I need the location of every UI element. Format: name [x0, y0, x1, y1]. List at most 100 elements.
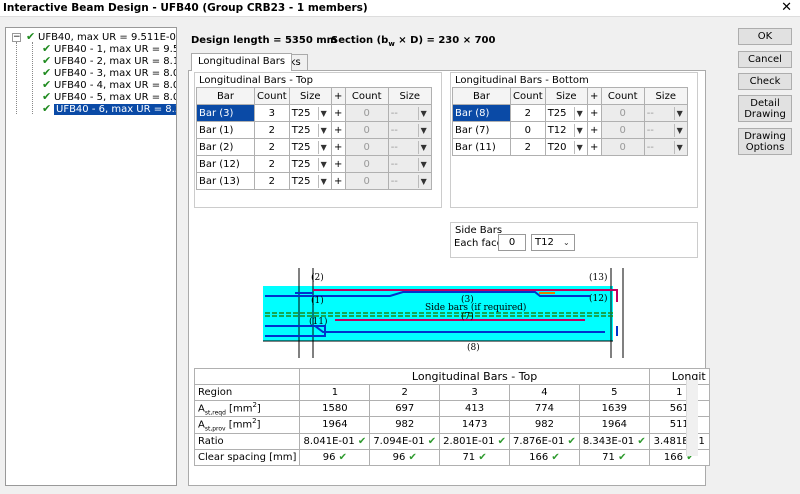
col-bar: Bar [452, 87, 511, 105]
check-icon: ✔ [408, 451, 417, 463]
bar-size2-select: -- ▼ [387, 104, 432, 122]
member-tree[interactable]: − ✔ UFB40, max UR = 9.511E-01 ✔ UFB40 - 1,… [5, 27, 177, 486]
table-row: Ratio 8.041E-01 ✔ 7.094E-01 ✔ 2.801E-01 … [193, 432, 710, 450]
bar-size-select[interactable]: T20 ▼ [544, 138, 588, 156]
results-table: Longitudinal Bars - Top Longit Region 1 … [193, 368, 710, 466]
beam-elevation-diagram: (2) (1) (11) (13) (12) (3) Side bars (if… [263, 268, 624, 358]
bar-size-select[interactable]: T12 ▼ [544, 121, 588, 139]
table-row: Ast,prov [mm2] 1964 982 1473 982 1964 511 [193, 416, 710, 434]
check-icon: ✔ [478, 451, 487, 463]
table-row[interactable]: Bar (1) 2 T25 ▼ + 0 -- ▼ [196, 121, 432, 139]
chevron-down-icon[interactable]: ▼ [317, 123, 329, 137]
bar-count[interactable]: 2 [510, 138, 546, 156]
bar-size-select[interactable]: T25 ▼ [288, 155, 332, 173]
table-row[interactable]: Bar (2) 2 T25 ▼ + 0 -- ▼ [196, 138, 432, 156]
close-icon[interactable]: ✕ [781, 0, 792, 16]
chevron-down-icon[interactable]: ⌄ [563, 236, 574, 249]
check-icon: ✔ [357, 435, 367, 447]
col-bar: Bar [196, 87, 255, 105]
bar-size-select[interactable]: T25 ▼ [288, 172, 332, 190]
table-row[interactable]: Bar (8) 2 T25 ▼ + 0 -- ▼ [452, 104, 688, 122]
table-row: Longitudinal Bars - Top Longit [193, 368, 710, 385]
window-title: Interactive Beam Design - UFB40 (Group C… [3, 2, 368, 14]
chevron-down-icon[interactable]: ▼ [573, 140, 585, 154]
top-bars-title: Longitudinal Bars - Top [199, 75, 313, 86]
chevron-down-icon[interactable]: ▼ [317, 106, 329, 120]
bar-label-1: (1) [311, 295, 324, 306]
tree-item[interactable]: ✔UFB40 - 5, max UR = 8.069E-01 [42, 91, 176, 104]
col-plus: + [586, 87, 602, 105]
plus-label: + [330, 121, 346, 139]
check-icon: ✔ [497, 435, 507, 447]
bar-label-2: (2) [311, 272, 324, 283]
check-icon: ✔ [551, 451, 560, 463]
bar-name[interactable]: Bar (12) [196, 155, 255, 173]
bar-size2-select: -- ▼ [387, 138, 432, 156]
side-bars-title: Side Bars [455, 225, 503, 236]
section-info: Section (bw × D) = 230 × 700 [331, 35, 496, 48]
bar-count2: 0 [344, 104, 389, 122]
cancel-button[interactable]: Cancel [738, 51, 792, 68]
check-button[interactable]: Check [738, 73, 792, 90]
bar-size-select[interactable]: T25 ▼ [544, 104, 588, 122]
plus-label: + [586, 138, 602, 156]
chevron-down-icon: ▼ [673, 106, 685, 120]
bar-count[interactable]: 2 [254, 155, 290, 173]
col-size2: Size [643, 87, 688, 105]
check-icon: ✔ [637, 435, 646, 447]
side-bars-count-input[interactable]: 0 [498, 234, 526, 251]
bar-count2: 0 [344, 155, 389, 173]
bar-count[interactable]: 3 [254, 104, 290, 122]
side-bars-size-select[interactable]: T12 ⌄ [531, 234, 575, 251]
bar-size-select[interactable]: T25 ▼ [288, 121, 332, 139]
bar-count[interactable]: 2 [254, 172, 290, 190]
bar-size-select[interactable]: T25 ▼ [288, 138, 332, 156]
table-row[interactable]: Bar (12) 2 T25 ▼ + 0 -- ▼ [196, 155, 432, 173]
bar-count2: 0 [344, 138, 389, 156]
bar-size2-select: -- ▼ [643, 121, 688, 139]
bar-size2-select: -- ▼ [643, 138, 688, 156]
table-row[interactable]: Bar (13) 2 T25 ▼ + 0 -- ▼ [196, 172, 432, 190]
drawing-options-button[interactable]: Drawing Options [738, 128, 792, 155]
bottom-bars-results-header: Longit [648, 368, 710, 385]
chevron-down-icon[interactable]: ▼ [573, 123, 585, 137]
tab-longitudinal-bars[interactable]: Longitudinal Bars [191, 53, 293, 71]
detail-drawing-button[interactable]: Detail Drawing [738, 95, 792, 122]
bar-count[interactable]: 2 [254, 121, 290, 139]
tree-item-selected[interactable]: ✔UFB40 - 6, max UR = 8.343E-01 [42, 102, 176, 115]
table-row[interactable]: Bar (11) 2 T20 ▼ + 0 -- ▼ [452, 138, 688, 156]
bar-count2: 0 [344, 172, 389, 190]
bar-size-select[interactable]: T25 ▼ [288, 104, 332, 122]
bar-name[interactable]: Bar (2) [196, 138, 255, 156]
bar-name[interactable]: Bar (8) [452, 104, 511, 122]
results-scrollbar[interactable] [686, 380, 698, 456]
plus-label: + [330, 104, 346, 122]
bar-name[interactable]: Bar (7) [452, 121, 511, 139]
collapse-icon[interactable]: − [12, 33, 21, 42]
bar-count[interactable]: 0 [510, 121, 546, 139]
bar-label-12: (12) [589, 293, 607, 304]
check-icon: ✔ [427, 435, 437, 447]
check-icon: ✔ [42, 102, 52, 115]
bottom-bars-title: Longitudinal Bars - Bottom [455, 75, 589, 86]
bar-name[interactable]: Bar (11) [452, 138, 511, 156]
bar-name[interactable]: Bar (3) [196, 104, 255, 122]
table-row[interactable]: Bar (3) 3 T25 ▼ + 0 -- ▼ [196, 104, 432, 122]
chevron-down-icon[interactable]: ▼ [317, 157, 329, 171]
tree-item[interactable]: ✔UFB40 - 4, max UR = 8.037E-01 [42, 79, 176, 92]
tree-item[interactable]: ✔UFB40 - 1, max UR = 9.511E-01 [42, 43, 176, 56]
tree-item[interactable]: ✔UFB40 - 3, max UR = 8.025E-01 [42, 67, 176, 80]
bar-name[interactable]: Bar (13) [196, 172, 255, 190]
table-row[interactable]: Bar (7) 0 T12 ▼ + 0 -- ▼ [452, 121, 688, 139]
top-bars-results-header: Longitudinal Bars - Top [299, 368, 650, 385]
chevron-down-icon[interactable]: ▼ [573, 106, 585, 120]
bar-name[interactable]: Bar (1) [196, 121, 255, 139]
chevron-down-icon[interactable]: ▼ [317, 140, 329, 154]
plus-label: + [330, 138, 346, 156]
chevron-down-icon: ▼ [417, 123, 429, 137]
bar-count[interactable]: 2 [254, 138, 290, 156]
tree-item[interactable]: ✔UFB40 - 2, max UR = 8.165E-01 [42, 55, 176, 68]
chevron-down-icon[interactable]: ▼ [317, 174, 329, 188]
bar-count[interactable]: 2 [510, 104, 546, 122]
ok-button[interactable]: OK [738, 28, 792, 45]
